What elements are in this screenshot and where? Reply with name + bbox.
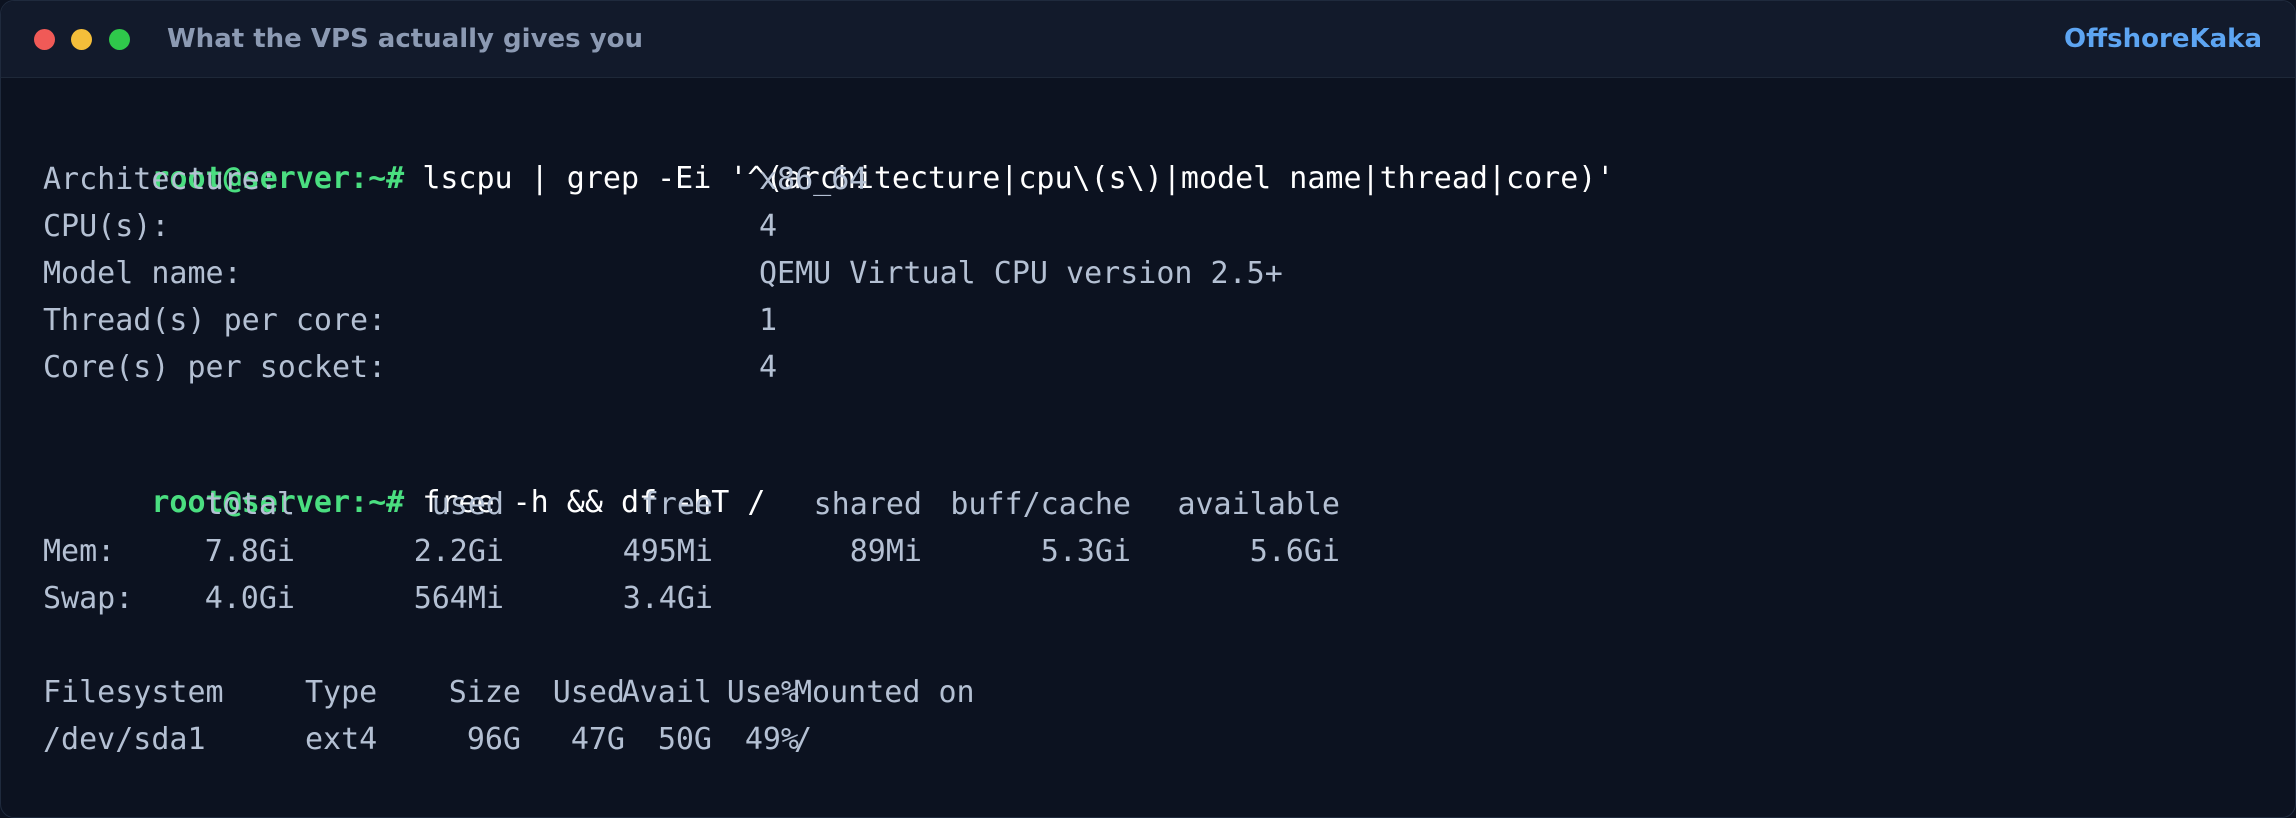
maximize-window-button[interactable] [109,29,130,50]
free-cell: 5.6Gi [1249,534,1340,569]
df-cell: /dev/sda1 [43,722,206,757]
free-row: Mem: 7.8Gi 2.2Gi 495Mi 89Mi 5.3Gi 5.6Gi [43,532,1443,572]
close-window-button[interactable] [34,29,55,50]
lscpu-value: QEMU Virtual CPU version 2.5+ [759,256,1283,291]
window-title: What the VPS actually gives you [167,24,644,54]
free-cell: 89Mi [849,534,922,569]
minimize-window-button[interactable] [71,29,92,50]
lscpu-row: Model name: QEMU Virtual CPU version 2.5… [43,254,1283,294]
lscpu-row: Architecture: x86_64 [43,160,1243,200]
terminal-output[interactable]: root@server:~# lscpu | grep -Ei '^(archi… [43,77,2295,817]
free-cell: 495Mi [622,534,713,569]
df-header: Size [448,675,521,710]
df-cell: 49% [744,722,799,757]
df-cell: 50G [657,722,712,757]
lscpu-value: 1 [759,303,778,338]
terminal-window: What the VPS actually gives you Offshore… [0,0,2296,818]
df-header: Filesystem [43,675,224,710]
lscpu-key: CPU(s): [43,209,170,244]
lscpu-value: x86_64 [759,162,868,197]
lscpu-row: CPU(s): 4 [43,207,1243,247]
title-bar: What the VPS actually gives you Offshore… [1,1,2295,78]
df-row: /dev/sda1 ext4 96G 47G 50G 49% / [43,720,1243,760]
free-header-row: total used free shared buff/cache availa… [43,485,1443,525]
free-header: shared [813,487,922,522]
free-header: buff/cache [950,487,1131,522]
lscpu-key: Model name: [43,256,242,291]
brand-label: OffshoreKaka [2064,24,2262,54]
free-row: Swap: 4.0Gi 564Mi 3.4Gi [43,579,1443,619]
lscpu-value: 4 [759,350,778,385]
free-header: total [204,487,295,522]
df-header: Mounted on [794,675,975,710]
lscpu-row: Thread(s) per core: 1 [43,301,1243,341]
df-cell: ext4 [305,722,378,757]
df-cell: 47G [570,722,625,757]
df-cell: 96G [466,722,521,757]
free-header: free [640,487,713,522]
free-cell: 564Mi [413,581,504,616]
df-header-row: Filesystem Type Size Used Avail Use% Mou… [43,673,1243,713]
command-line: root@server:~# lscpu | grep -Ei '^(archi… [43,119,1614,196]
free-row-label: Mem: [43,534,116,569]
df-header: Avail [621,675,712,710]
df-header: Used [552,675,625,710]
free-cell: 2.2Gi [413,534,504,569]
free-cell: 5.3Gi [1040,534,1131,569]
free-cell: 4.0Gi [204,581,295,616]
free-cell: 7.8Gi [204,534,295,569]
lscpu-key: Core(s) per socket: [43,350,387,385]
lscpu-key: Thread(s) per core: [43,303,387,338]
command-line: root@server:~# free -h && df -hT / [43,443,765,520]
df-header: Use% [726,675,799,710]
free-cell: 3.4Gi [622,581,713,616]
free-header: used [431,487,504,522]
free-header: available [1177,487,1340,522]
free-row-label: Swap: [43,581,134,616]
lscpu-value: 4 [759,209,778,244]
lscpu-key: Architecture: [43,162,278,197]
df-header: Type [305,675,378,710]
lscpu-row: Core(s) per socket: 4 [43,348,1243,388]
df-cell: / [794,722,813,757]
